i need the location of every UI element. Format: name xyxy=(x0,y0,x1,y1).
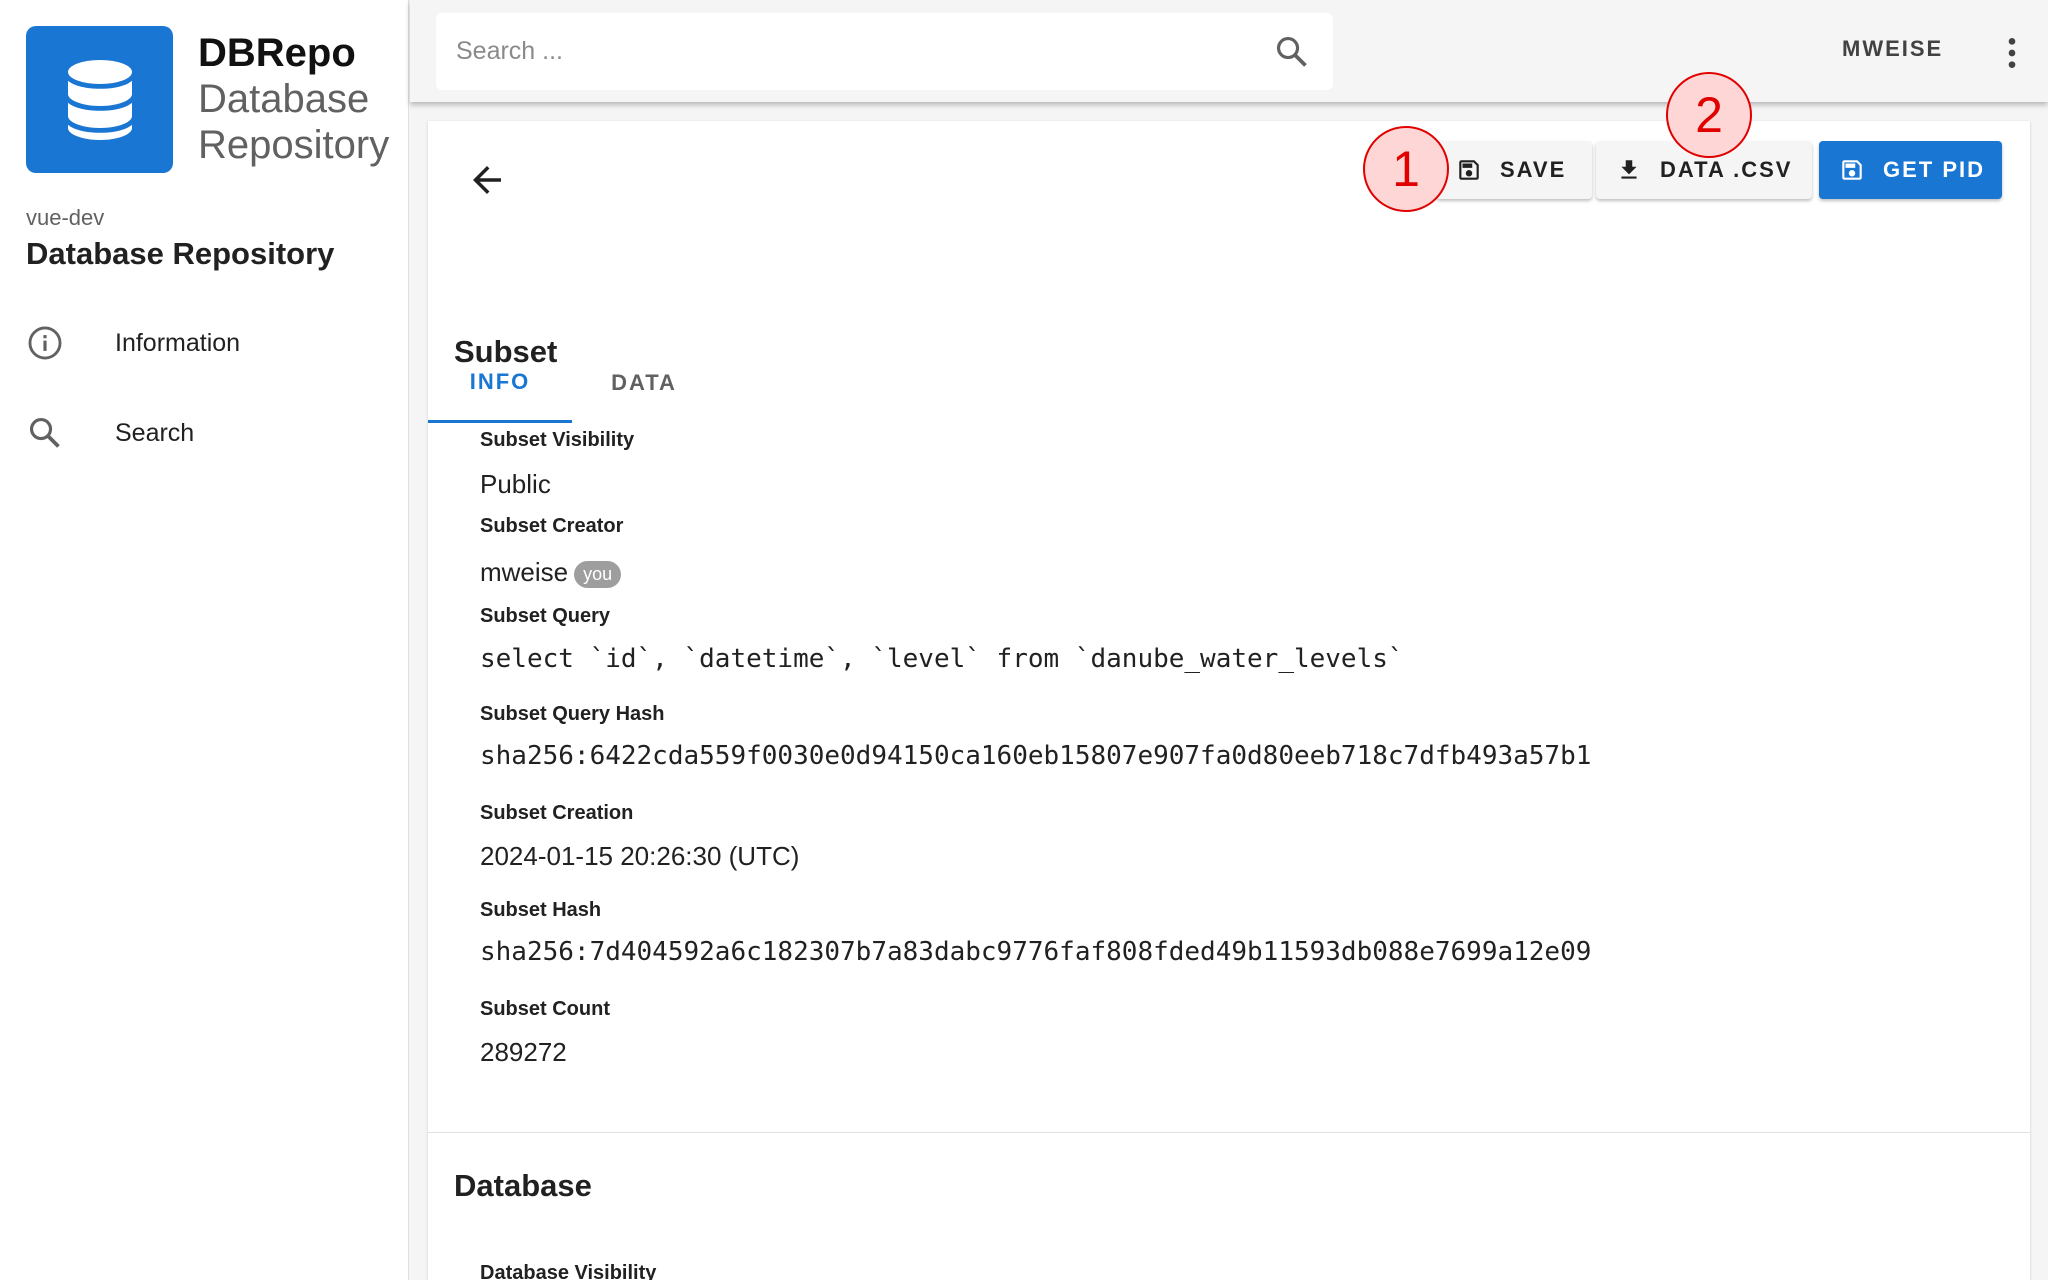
subset-query-hash-label: Subset Query Hash xyxy=(480,703,665,725)
search-icon[interactable] xyxy=(1273,33,1311,71)
download-csv-label: DATA .CSV xyxy=(1660,157,1793,182)
subset-creation-value: 2024-01-15 20:26:30 (UTC) xyxy=(480,841,800,871)
brand[interactable]: DBRepo Database Repository xyxy=(26,26,389,173)
instance-title: Database Repository xyxy=(26,236,335,271)
get-pid-label: GET PID xyxy=(1883,157,1986,182)
database-visibility-label: Database Visibility xyxy=(480,1262,657,1280)
brand-subtitle-line-1: Database xyxy=(198,77,370,121)
subset-hash-label: Subset Hash xyxy=(480,899,602,921)
brand-subtitle-line-2: Repository xyxy=(198,123,390,167)
subset-count-value: 289272 xyxy=(480,1037,567,1067)
more-vert-icon[interactable] xyxy=(1992,33,2032,73)
brand-name: DBRepo xyxy=(198,31,356,75)
tab-data[interactable]: DATA xyxy=(572,343,716,423)
annotation-marker-1: 1 xyxy=(1363,126,1449,212)
section-title-database: Database xyxy=(454,1168,592,1203)
save-icon xyxy=(1459,160,1479,180)
save-button-label: SAVE xyxy=(1500,157,1567,182)
section-title-subset: Subset xyxy=(454,334,558,369)
search-icon xyxy=(26,414,64,452)
subset-creator-value: mweise you xyxy=(480,557,622,588)
save-button[interactable]: SAVE xyxy=(1436,141,1592,199)
arrow-back-icon[interactable] xyxy=(466,159,508,201)
subset-creation-label: Subset Creation xyxy=(480,802,634,824)
search-input[interactable] xyxy=(456,37,1256,66)
subset-card: SAVE DATA .CSV GET PID 1 2 INFO DATA Sub… xyxy=(428,72,2030,1280)
download-icon xyxy=(1621,160,1637,179)
you-chip: you xyxy=(574,560,622,588)
sidebar-item-information[interactable]: Information xyxy=(0,303,409,383)
get-pid-button[interactable]: GET PID xyxy=(1819,141,2002,199)
save-icon xyxy=(1842,160,1862,180)
subset-query-value: select `id`, `datetime`, `level` from `d… xyxy=(480,644,1404,674)
search-box xyxy=(436,13,1333,90)
subset-count-label: Subset Count xyxy=(480,998,610,1020)
sidebar-item-label: Information xyxy=(115,328,241,357)
subset-visibility-value: Public xyxy=(480,469,551,499)
database-logo-icon xyxy=(26,26,173,173)
subset-query-hash-value: sha256:6422cda559f0030e0d94150ca160eb158… xyxy=(480,741,1592,771)
sidebar-item-label: Search xyxy=(115,418,195,447)
subset-query-label: Subset Query xyxy=(480,605,611,627)
creator-username: mweise xyxy=(480,557,569,587)
sidebar-item-search[interactable]: Search xyxy=(0,393,409,473)
instance-name: vue-dev xyxy=(26,205,105,230)
annotation-marker-2: 2 xyxy=(1666,72,1752,158)
subset-hash-value: sha256:7d404592a6c182307b7a83dabc9776faf… xyxy=(480,937,1592,967)
section-divider xyxy=(428,1132,2030,1133)
subset-visibility-label: Subset Visibility xyxy=(480,429,635,451)
sidebar: DBRepo Database Repository vue-dev Datab… xyxy=(0,0,409,1280)
subset-creator-label: Subset Creator xyxy=(480,515,624,537)
info-icon xyxy=(26,324,64,362)
user-menu-button[interactable]: MWEISE xyxy=(1842,36,1943,62)
top-app-bar: MWEISE xyxy=(410,0,2048,102)
